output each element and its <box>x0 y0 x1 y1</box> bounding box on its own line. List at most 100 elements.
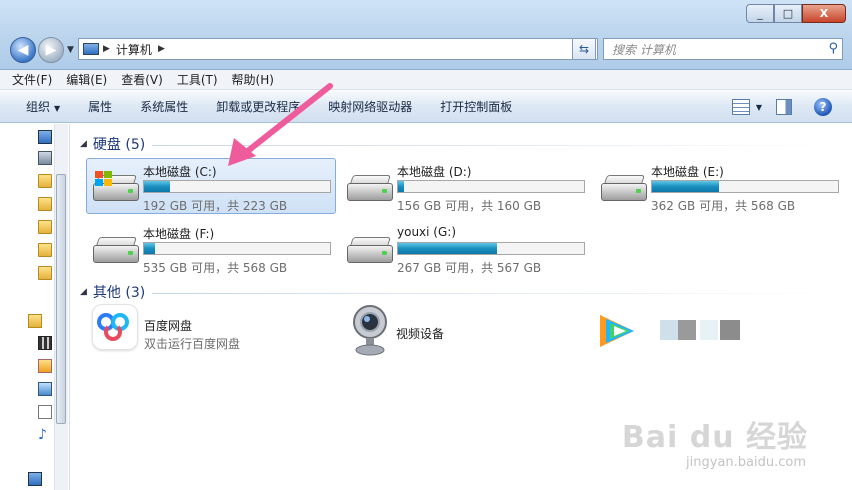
group-header-hard-disks[interactable]: ◢ 硬盘 (5) <box>80 134 145 154</box>
drive-name: 本地磁盘 (E:) <box>651 165 724 179</box>
drive-free-space: 362 GB 可用，共 568 GB <box>651 199 796 213</box>
drive-usage-fill <box>398 243 497 254</box>
drive-d[interactable]: 本地磁盘 (D:) 156 GB 可用，共 160 GB <box>340 158 590 214</box>
drive-c[interactable]: 本地磁盘 (C:) 192 GB 可用，共 223 GB <box>86 158 336 214</box>
hard-disk-icon <box>601 175 647 203</box>
computer-tree-icon[interactable] <box>28 472 42 486</box>
command-bar: 组织 ▼ 属性 系统属性 卸载或更改程序 映射网络驱动器 打开控制面板 ▼ ? <box>0 91 852 123</box>
window-controls: _ □ X <box>746 4 846 23</box>
organize-button[interactable]: 组织 ▼ <box>26 98 60 115</box>
drive-free-space: 156 GB 可用，共 160 GB <box>397 199 542 213</box>
search-input[interactable]: 搜索 计算机 ⚲ <box>603 38 843 60</box>
drive-free-space: 535 GB 可用，共 568 GB <box>143 261 288 275</box>
drive-usage-bar <box>397 242 585 255</box>
content-area: ◢ 硬盘 (5) 本地磁盘 (C:) 192 GB 可用，共 223 GB 本地… <box>72 124 852 490</box>
map-network-drive-button[interactable]: 映射网络驱动器 <box>328 98 412 115</box>
libraries-icon[interactable] <box>28 314 42 328</box>
drive-name: 本地磁盘 (F:) <box>143 227 215 241</box>
hard-disk-icon <box>93 171 139 203</box>
forward-button[interactable]: ▶ <box>38 37 64 63</box>
recent-pages-dropdown-icon[interactable]: ▼ <box>67 45 74 55</box>
group-divider <box>152 293 842 294</box>
back-arrow-icon: ◀ <box>17 42 29 58</box>
computer-icon <box>83 43 99 55</box>
address-bar[interactable]: ▶ 计算机 ▶ ▼ <box>78 38 598 60</box>
view-options-dropdown-icon[interactable]: ▼ <box>756 103 762 112</box>
drive-g[interactable]: youxi (G:) 267 GB 可用，共 567 GB <box>340 220 590 276</box>
search-icon[interactable]: ⚲ <box>828 41 838 56</box>
breadcrumb-separator-icon[interactable]: ▶ <box>158 44 165 54</box>
menu-bar: 文件(F) 编辑(E) 查看(V) 工具(T) 帮助(H) <box>0 70 852 90</box>
menu-view[interactable]: 查看(V) <box>121 71 163 88</box>
navigation-pane: ♪ <box>0 124 70 490</box>
back-button[interactable]: ◀ <box>10 37 36 63</box>
drive-e[interactable]: 本地磁盘 (E:) 362 GB 可用，共 568 GB <box>594 158 844 214</box>
redacted-name-block <box>660 320 678 340</box>
baidu-netdisk-desc: 双击运行百度网盘 <box>144 337 241 351</box>
tencent-video-icon[interactable] <box>596 309 640 353</box>
breadcrumb-separator-icon[interactable]: ▶ <box>103 44 110 54</box>
close-button[interactable]: X <box>802 4 846 23</box>
window-chrome: _ □ X ◀ ▶ ▼ ▶ 计算机 ▶ ▼ ⇆ 搜索 计算机 ⚲ <box>0 0 852 70</box>
menu-tools[interactable]: 工具(T) <box>177 71 218 88</box>
preview-pane-icon[interactable] <box>776 99 792 115</box>
minimize-button[interactable]: _ <box>746 4 774 23</box>
folder-icon[interactable] <box>38 243 52 257</box>
drive-name: 本地磁盘 (D:) <box>397 165 472 179</box>
nav-scrollbar-thumb[interactable] <box>56 174 66 424</box>
drive-usage-bar <box>143 180 331 193</box>
collapse-triangle-icon[interactable]: ◢ <box>80 139 87 149</box>
drive-usage-fill <box>144 243 156 254</box>
hard-disk-icon <box>347 175 393 203</box>
group-header-other[interactable]: ◢ 其他 (3) <box>80 282 145 302</box>
image-library-icon[interactable] <box>38 382 52 396</box>
drive-f[interactable]: 本地磁盘 (F:) 535 GB 可用，共 568 GB <box>86 220 336 276</box>
folder-icon[interactable] <box>38 174 52 188</box>
network-icon[interactable] <box>38 151 52 165</box>
collapse-triangle-icon[interactable]: ◢ <box>80 287 87 297</box>
help-icon[interactable]: ? <box>814 98 832 116</box>
redacted-name-block <box>720 320 740 340</box>
menu-help[interactable]: 帮助(H) <box>232 71 274 88</box>
folder-icon[interactable] <box>38 220 52 234</box>
watermark-url: jingyan.baidu.com <box>686 455 806 470</box>
group-divider <box>152 145 842 146</box>
properties-button[interactable]: 属性 <box>88 98 112 115</box>
pictures-library-icon[interactable] <box>38 359 52 373</box>
redacted-name-block <box>700 320 718 340</box>
drive-usage-bar <box>143 242 331 255</box>
video-device-name[interactable]: 视频设备 <box>396 325 444 342</box>
uninstall-program-button[interactable]: 卸载或更改程序 <box>216 98 300 115</box>
change-view-icon[interactable] <box>731 99 750 115</box>
open-control-panel-button[interactable]: 打开控制面板 <box>440 98 512 115</box>
refresh-icon: ⇆ <box>578 42 590 56</box>
group-title: 硬盘 (5) <box>92 137 146 153</box>
hard-disk-icon <box>93 237 139 265</box>
menu-edit[interactable]: 编辑(E) <box>66 71 107 88</box>
desktop-icon[interactable] <box>38 130 52 144</box>
breadcrumb-computer[interactable]: 计算机 <box>116 41 152 58</box>
baidu-netdisk-name[interactable]: 百度网盘 <box>144 317 192 334</box>
drive-free-space: 192 GB 可用，共 223 GB <box>143 199 288 213</box>
folder-icon[interactable] <box>38 197 52 211</box>
baidu-jingyan-watermark: Bai du 经验 <box>621 420 808 455</box>
drive-usage-fill <box>398 181 404 192</box>
webcam-icon[interactable] <box>350 304 390 356</box>
videos-library-icon[interactable] <box>38 336 52 350</box>
documents-library-icon[interactable] <box>38 405 52 419</box>
maximize-button[interactable]: □ <box>774 4 802 23</box>
windows-logo-icon <box>95 171 113 187</box>
music-library-icon[interactable]: ♪ <box>38 428 52 442</box>
redacted-name-block <box>678 320 696 340</box>
organize-label: 组织 <box>26 100 51 114</box>
refresh-button[interactable]: ⇆ <box>572 38 596 60</box>
drive-name: youxi (G:) <box>397 225 457 239</box>
chevron-down-icon: ▼ <box>54 104 61 113</box>
drive-name: 本地磁盘 (C:) <box>143 165 217 179</box>
baidu-netdisk-icon[interactable] <box>92 304 138 350</box>
menu-file[interactable]: 文件(F) <box>12 71 52 88</box>
system-properties-button[interactable]: 系统属性 <box>140 98 188 115</box>
folder-icon[interactable] <box>38 266 52 280</box>
hard-disk-icon <box>347 237 393 265</box>
view-controls: ▼ ? <box>731 98 832 116</box>
